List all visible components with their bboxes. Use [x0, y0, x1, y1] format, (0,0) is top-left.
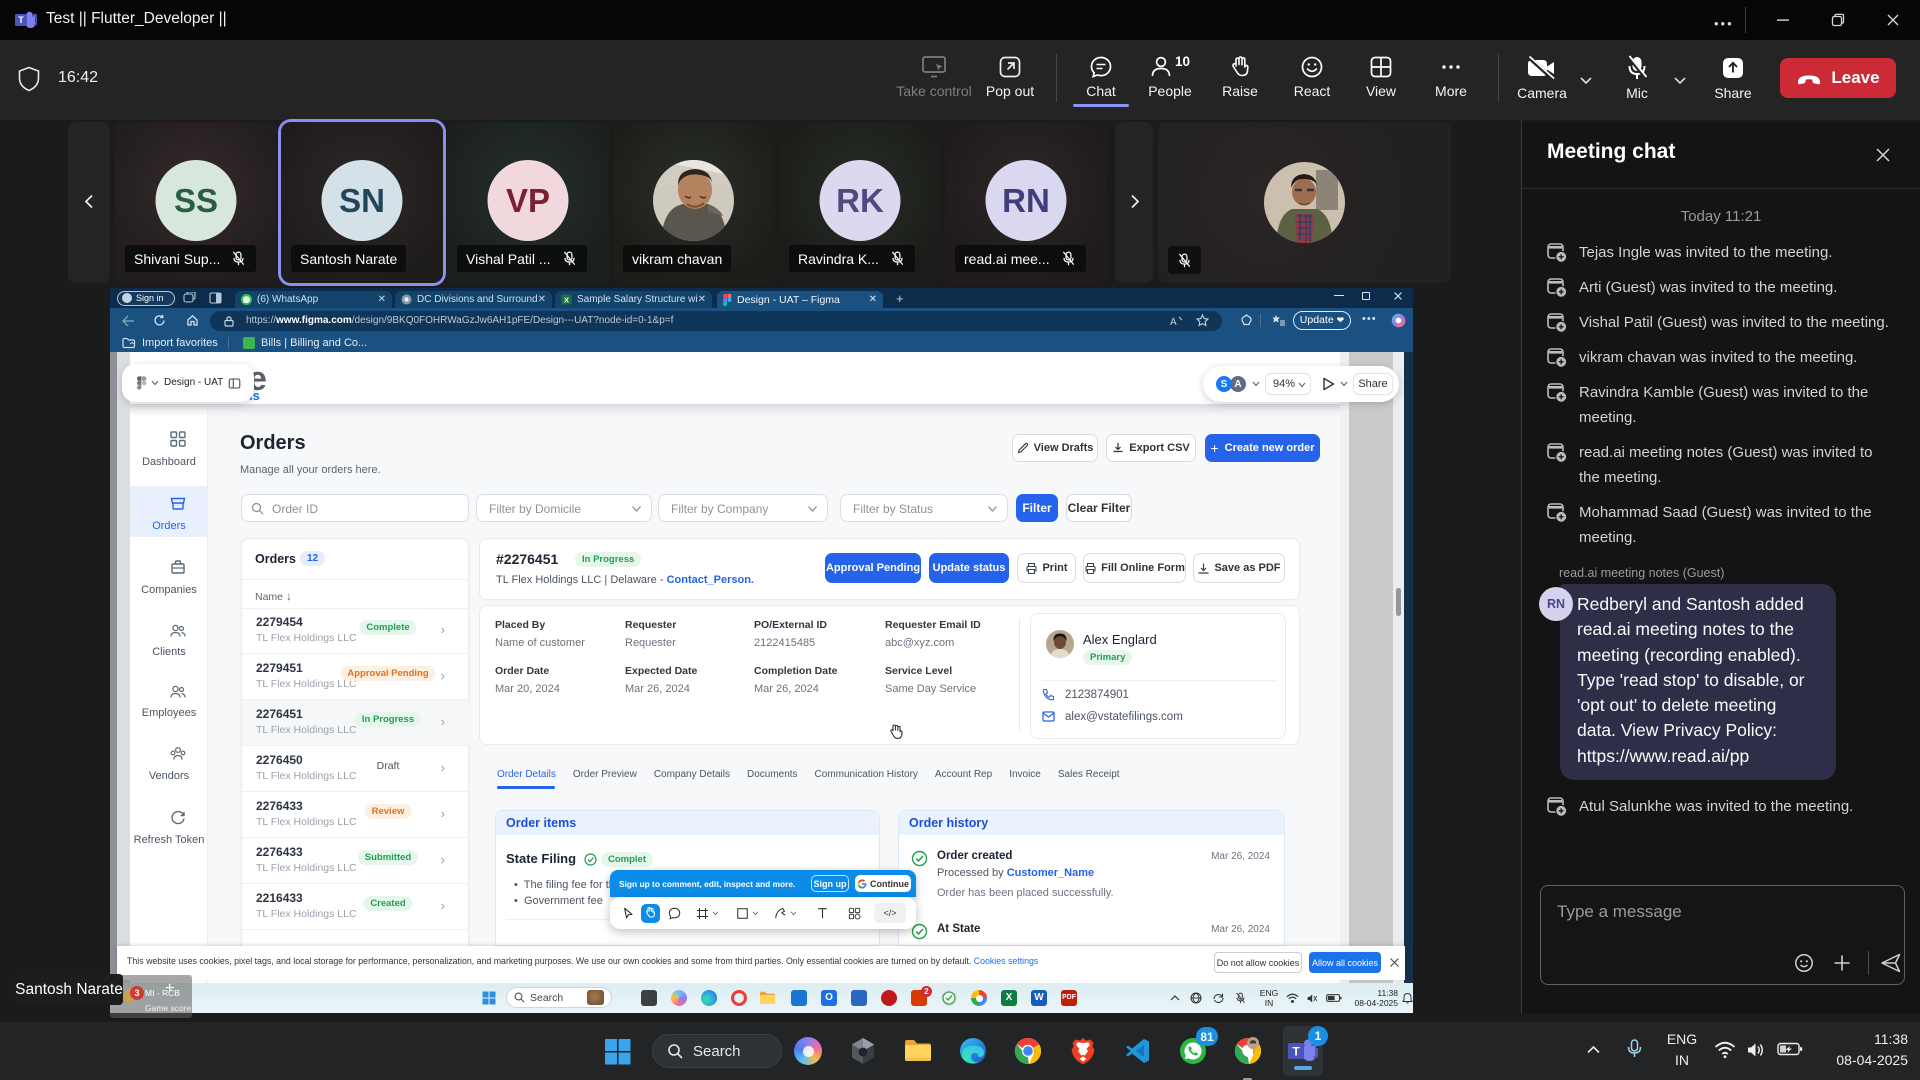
svg-text:T: T [18, 15, 24, 25]
svg-text:10: 10 [1175, 54, 1190, 69]
svg-text:A: A [1170, 317, 1177, 327]
svg-text:X: X [564, 295, 569, 304]
svg-text:T: T [1292, 1044, 1300, 1058]
